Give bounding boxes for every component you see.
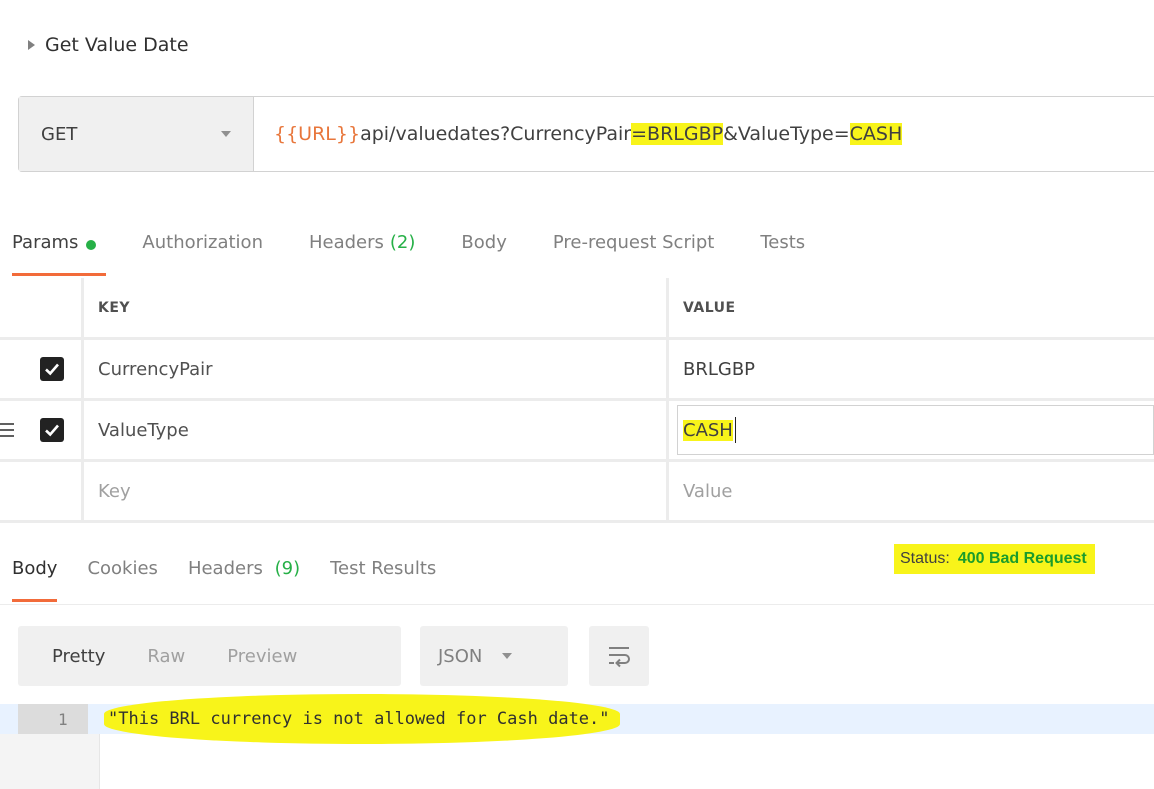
tab-headers-count: (2) <box>389 232 416 253</box>
view-pretty-button[interactable]: Pretty <box>52 646 105 667</box>
divider <box>0 604 1154 605</box>
tab-headers[interactable]: Headers (2) <box>309 224 415 276</box>
status-label: Status: <box>900 550 950 567</box>
tab-pre-request-script[interactable]: Pre-request Script <box>553 224 714 276</box>
param-key-input[interactable]: ValueType <box>84 401 669 459</box>
url-bar: GET {{URL}} api/valuedates?CurrencyPair = B… <box>18 96 1154 172</box>
column-header-key: KEY <box>84 278 669 337</box>
chevron-down-icon <box>221 131 231 137</box>
wrap-lines-icon <box>609 647 630 668</box>
tab-response-headers-label: Headers <box>187 558 263 579</box>
params-active-dot-icon <box>86 240 97 250</box>
tab-authorization[interactable]: Authorization <box>142 224 263 276</box>
method-label: GET <box>41 123 78 145</box>
param-value-input[interactable]: BRLGBP <box>669 340 1154 398</box>
expand-caret-icon[interactable] <box>28 40 35 50</box>
tab-response-body[interactable]: Body <box>12 552 58 602</box>
param-key-input[interactable]: CurrencyPair <box>84 340 669 398</box>
text-cursor <box>734 417 736 443</box>
request-name: Get Value Date <box>45 34 189 56</box>
drag-handle-icon[interactable] <box>0 423 14 437</box>
wrap-lines-button[interactable] <box>589 626 649 686</box>
view-mode-selector: Pretty Raw Preview <box>18 626 401 686</box>
tab-tests[interactable]: Tests <box>760 224 805 276</box>
params-header-row: KEY VALUE <box>0 278 1154 340</box>
status-code: 400 Bad Request <box>957 550 1087 567</box>
request-tabs: Params Authorization Headers (2) Body Pr… <box>12 224 851 276</box>
response-body-editor[interactable]: 1 "This BRL currency is not allowed for … <box>0 694 1154 789</box>
tab-headers-label: Headers <box>308 232 384 253</box>
view-preview-button[interactable]: Preview <box>227 646 297 667</box>
params-table: KEY VALUE CurrencyPair BRLGBP ValueType … <box>0 278 1154 523</box>
table-row-empty: Key Value <box>0 462 1154 523</box>
new-value-input[interactable]: Value <box>669 462 1154 520</box>
url-value-type: CASH <box>849 123 903 145</box>
response-tabs: Body Cookies Headers (9) Test Results <box>12 552 466 602</box>
chevron-down-icon <box>502 653 513 659</box>
url-path: api/valuedates?CurrencyPair <box>360 123 632 145</box>
tab-cookies[interactable]: Cookies <box>87 552 157 602</box>
format-select[interactable]: JSON <box>420 626 568 686</box>
tab-pre-request-script-label: Pre-request Script <box>552 232 715 253</box>
table-row: ValueType CASH <box>0 401 1154 462</box>
request-title-row[interactable]: Get Value Date <box>28 32 189 58</box>
tab-response-headers-count: (9) <box>274 558 301 579</box>
checkbox-checked-icon[interactable] <box>40 418 64 442</box>
tab-tests-label: Tests <box>760 232 806 253</box>
url-variable: {{URL}} <box>274 123 361 145</box>
tab-body[interactable]: Body <box>461 224 506 276</box>
checkbox-checked-icon[interactable] <box>40 357 64 381</box>
format-label: JSON <box>438 645 483 667</box>
status-badge: Status: 400 Bad Request <box>894 544 1095 574</box>
tab-body-label: Body <box>461 232 507 253</box>
new-key-input[interactable]: Key <box>84 462 669 520</box>
url-input[interactable]: {{URL}} api/valuedates?CurrencyPair = BRLGB… <box>254 97 1154 171</box>
tab-params-label: Params <box>12 232 79 253</box>
column-header-value: VALUE <box>683 299 736 316</box>
tab-response-headers[interactable]: Headers (9) <box>188 552 300 602</box>
view-raw-button[interactable]: Raw <box>147 646 185 667</box>
method-select[interactable]: GET <box>19 97 254 171</box>
url-value-currency: BRLGBP <box>647 123 724 145</box>
tab-test-results[interactable]: Test Results <box>330 552 436 602</box>
tab-authorization-label: Authorization <box>142 232 263 253</box>
response-body-text: "This BRL currency is not allowed for Ca… <box>104 694 620 744</box>
param-value-input[interactable]: CASH <box>669 401 1154 459</box>
table-row: CurrencyPair BRLGBP <box>0 340 1154 401</box>
url-mid: &ValueType= <box>723 123 850 145</box>
line-number: 1 <box>18 704 88 734</box>
url-eq: = <box>631 123 648 145</box>
param-value-text: CASH <box>683 419 733 441</box>
tab-params[interactable]: Params <box>12 224 107 276</box>
